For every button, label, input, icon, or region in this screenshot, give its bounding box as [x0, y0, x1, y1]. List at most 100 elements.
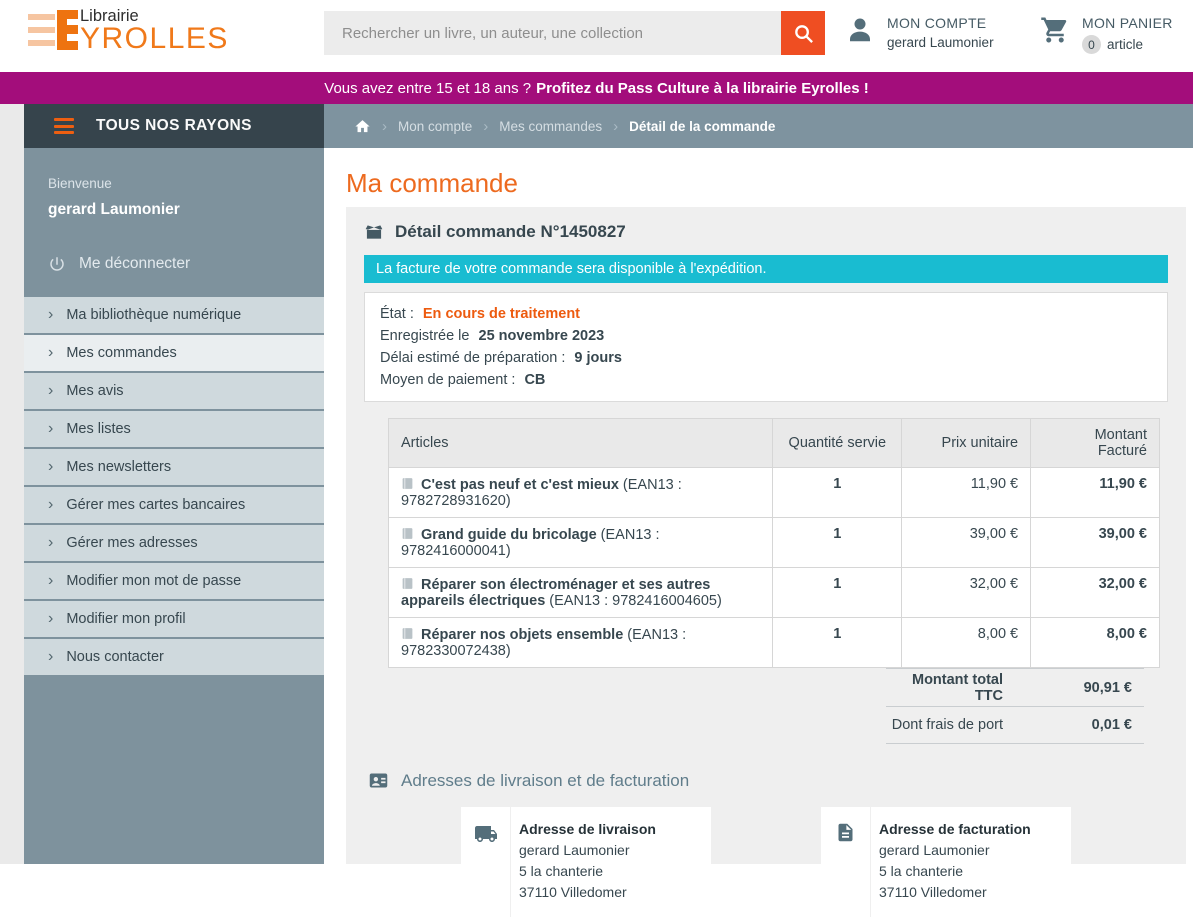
article-amount: 8,00 €: [1031, 618, 1160, 668]
search-button[interactable]: [781, 11, 825, 55]
chevron-right-icon: ›: [613, 118, 618, 135]
total-row: Montant total TTC 90,91 €: [886, 668, 1144, 706]
sidebar-item-label: Gérer mes adresses: [66, 535, 197, 551]
payment-label: Moyen de paiement :: [380, 372, 515, 388]
sidebar-item-label: Mes avis: [66, 383, 123, 399]
sidebar-item-adresses[interactable]: › Gérer mes adresses: [24, 525, 324, 561]
cart-unit: article: [1107, 37, 1143, 52]
logout-button[interactable]: Me déconnecter: [48, 255, 300, 273]
billing-address-title: Adresse de facturation: [879, 819, 1031, 840]
sidebar-item-mot-de-passe[interactable]: › Modifier mon mot de passe: [24, 563, 324, 599]
truck-icon: [474, 822, 498, 846]
cart-icon: [1040, 15, 1070, 45]
article-qty: 1: [773, 468, 902, 518]
logo-bar-icon: [28, 40, 55, 46]
cart-label: MON PANIER: [1082, 15, 1173, 31]
user-icon: [845, 15, 875, 45]
col-header-unit-price: Prix unitaire: [902, 419, 1031, 468]
shipping-value: 0,01 €: [1015, 717, 1144, 733]
pass-culture-banner[interactable]: Vous avez entre 15 et 18 ans ? Profitez …: [0, 72, 1193, 104]
article-title[interactable]: Grand guide du bricolage: [421, 527, 597, 543]
open-box-icon: [364, 222, 384, 242]
page-left-margin: [0, 104, 24, 864]
sidebar-item-label: Modifier mon profil: [66, 611, 185, 627]
order-totals: Montant total TTC 90,91 € Dont frais de …: [886, 668, 1144, 744]
logout-label: Me déconnecter: [79, 255, 190, 273]
breadcrumb-current: Détail de la commande: [629, 119, 775, 134]
article-unit-price: 11,90 €: [902, 468, 1031, 518]
welcome-label: Bienvenue: [48, 176, 300, 191]
table-row: Grand guide du bricolage (EAN13 : 978241…: [389, 518, 1160, 568]
article-unit-price: 8,00 €: [902, 618, 1031, 668]
shipping-address-card: Adresse de livraison gerard Laumonier 5 …: [461, 807, 711, 917]
article-qty: 1: [773, 568, 902, 618]
account-user: gerard Laumonier: [887, 35, 994, 50]
billing-address-card: Adresse de facturation gerard Laumonier …: [821, 807, 1071, 917]
chevron-right-icon: ›: [48, 535, 53, 551]
cart-count-badge: 0: [1082, 35, 1101, 54]
rayons-label: TOUS NOS RAYONS: [96, 117, 252, 135]
article-title[interactable]: Réparer nos objets ensemble: [421, 627, 623, 643]
order-date-line: Enregistrée le 25 novembre 2023: [380, 325, 1152, 347]
breadcrumb-mon-compte[interactable]: Mon compte: [398, 119, 472, 134]
col-header-amount: Montant Facturé: [1031, 419, 1160, 468]
account-label: MON COMPTE: [887, 15, 994, 31]
address-line: 37110 Villedomer: [879, 882, 1031, 903]
sidebar-item-bibliotheque[interactable]: › Ma bibliothèque numérique: [24, 297, 324, 333]
chevron-right-icon: ›: [48, 307, 53, 323]
address-line: gerard Laumonier: [879, 840, 1031, 861]
article-qty: 1: [773, 518, 902, 568]
sidebar-item-label: Mes listes: [66, 421, 130, 437]
account-menu[interactable]: MON COMPTE gerard Laumonier: [845, 15, 994, 50]
sidebar-item-label: Modifier mon mot de passe: [66, 573, 241, 589]
logo-yrolles-text: YROLLES: [80, 22, 229, 56]
chevron-right-icon: ›: [48, 649, 53, 665]
order-detail-panel: Détail commande N°1450827 La facture de …: [346, 207, 1186, 864]
status-value: En cours de traitement: [423, 306, 580, 322]
search-icon: [792, 22, 815, 45]
order-heading: Détail commande N°1450827: [395, 222, 626, 242]
sidebar-item-listes[interactable]: › Mes listes: [24, 411, 324, 447]
search-bar: [324, 11, 825, 55]
registered-value: 25 novembre 2023: [479, 328, 605, 344]
chevron-right-icon: ›: [48, 383, 53, 399]
chevron-right-icon: ›: [382, 118, 387, 135]
chevron-right-icon: ›: [483, 118, 488, 135]
chevron-right-icon: ›: [48, 345, 53, 361]
logo-e-icon: [57, 41, 78, 50]
order-status-box: État : En cours de traitement Enregistré…: [364, 292, 1168, 402]
delay-value: 9 jours: [574, 350, 622, 366]
search-input[interactable]: [324, 11, 781, 55]
sidebar-item-avis[interactable]: › Mes avis: [24, 373, 324, 409]
book-icon: [401, 626, 414, 641]
registered-label: Enregistrée le: [380, 328, 469, 344]
home-icon[interactable]: [354, 118, 371, 135]
sidebar-item-cartes-bancaires[interactable]: › Gérer mes cartes bancaires: [24, 487, 324, 523]
chevron-right-icon: ›: [48, 611, 53, 627]
sidebar-item-newsletters[interactable]: › Mes newsletters: [24, 449, 324, 485]
table-row: Réparer son électroménager et ses autres…: [389, 568, 1160, 618]
breadcrumb-mes-commandes[interactable]: Mes commandes: [499, 119, 602, 134]
order-delay-line: Délai estimé de préparation : 9 jours: [380, 347, 1152, 369]
address-line: 37110 Villedomer: [519, 882, 656, 903]
eyrolles-logo[interactable]: Librairie YROLLES: [28, 10, 243, 62]
chevron-right-icon: ›: [48, 573, 53, 589]
logo-bar-icon: [28, 14, 55, 20]
address-line: 5 la chanterie: [879, 861, 1031, 882]
sidebar-item-commandes[interactable]: › Mes commandes: [24, 335, 324, 371]
delay-label: Délai estimé de préparation :: [380, 350, 565, 366]
payment-value: CB: [524, 372, 545, 388]
col-header-articles: Articles: [389, 419, 773, 468]
sidebar-item-profil[interactable]: › Modifier mon profil: [24, 601, 324, 637]
chevron-right-icon: ›: [48, 421, 53, 437]
article-amount: 32,00 €: [1031, 568, 1160, 618]
article-title[interactable]: C'est pas neuf et c'est mieux: [421, 477, 619, 493]
breadcrumb: › Mon compte › Mes commandes › Détail de…: [324, 104, 1193, 148]
cart-menu[interactable]: MON PANIER 0 article: [1040, 15, 1173, 54]
total-ttc-value: 90,91 €: [1015, 680, 1144, 696]
sidebar-item-contact[interactable]: › Nous contacter: [24, 639, 324, 675]
all-departments-button[interactable]: TOUS NOS RAYONS: [24, 104, 324, 148]
hamburger-icon: [54, 118, 74, 134]
table-row: C'est pas neuf et c'est mieux (EAN13 : 9…: [389, 468, 1160, 518]
sidebar-item-label: Mes newsletters: [66, 459, 171, 475]
